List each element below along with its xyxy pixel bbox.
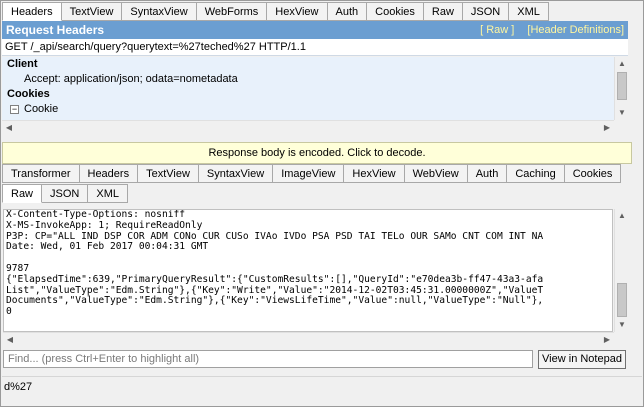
raw-link[interactable]: [ Raw ] [480,24,514,36]
scroll-left-icon[interactable]: ◀ [3,333,17,347]
client-section-header: Client [7,58,38,70]
response-tab-syntaxview[interactable]: SyntaxView [198,164,274,183]
scroll-right-icon[interactable]: ▶ [600,333,614,347]
scroll-up-icon[interactable]: ▲ [615,209,629,223]
response-tab-strip-bottom: Raw JSON XML [2,184,128,203]
cookie-label: Cookie [24,103,59,115]
response-tab-strip-top: Transformer Headers TextView SyntaxView Imag… [2,164,622,183]
request-tab-strip: Headers TextView SyntaxView WebForms HexView… [2,2,549,21]
scroll-down-icon[interactable]: ▼ [615,318,629,332]
request-tab-headers[interactable]: Headers [2,2,62,21]
cookie-tree-row[interactable]: − Cookie [2,102,614,117]
response-tab-hexview[interactable]: HexView [344,164,405,183]
request-tab-syntaxview[interactable]: SyntaxView [122,2,197,21]
request-tab-json[interactable]: JSON [462,2,510,21]
collapse-toggle-icon[interactable]: − [10,105,19,114]
response-tab-xml[interactable]: XML [88,184,128,203]
find-input[interactable]: Find... (press Ctrl+Enter to highlight a… [3,350,533,368]
header-definitions-link[interactable]: [Header Definitions] [527,24,624,36]
response-line: Date: Wed, 01 Feb 2017 00:04:31 GMT [6,241,209,253]
response-vertical-scrollbar[interactable]: ▲ ▼ [614,209,628,332]
response-raw-text[interactable]: X-Content-Type-Options: nosniff X-MS-Invo… [3,209,613,332]
decode-notice-bar[interactable]: Response body is encoded. Click to decod… [2,142,632,164]
panel-splitter[interactable] [2,136,642,141]
request-tab-webforms[interactable]: WebForms [196,2,268,21]
status-text: d%27 [4,381,33,393]
request-tab-auth[interactable]: Auth [327,2,368,21]
response-horizontal-scrollbar[interactable]: ◀ ▶ [3,332,614,346]
request-headers-title-bar: Request Headers [ Raw ] [Header Definiti… [2,21,628,39]
response-tab-webview[interactable]: WebView [404,164,468,183]
response-tab-transformer[interactable]: Transformer [2,164,80,183]
response-line: {"ElapsedTime":639,"PrimaryQueryResult":… [6,273,544,285]
response-line [6,253,612,264]
response-tab-auth[interactable]: Auth [467,164,508,183]
response-tab-headers[interactable]: Headers [79,164,139,183]
response-tab-cookies[interactable]: Cookies [564,164,622,183]
request-tab-cookies[interactable]: Cookies [367,2,424,21]
request-headers-title: Request Headers [6,23,105,37]
accept-header-row: Accept: application/json; odata=nometada… [24,73,238,85]
response-tab-json[interactable]: JSON [42,184,89,203]
request-line: GET /_api/search/query?querytext=%27tech… [2,39,628,56]
request-vertical-scrollbar[interactable]: ▲ ▼ [614,57,628,120]
response-vscroll-thumb[interactable] [617,283,627,317]
scroll-left-icon[interactable]: ◀ [2,121,16,135]
response-line: Documents","ValueType":"Edm.String"},{"K… [6,295,544,307]
status-strip: d%27 [2,376,642,396]
cookies-section-header: Cookies [7,88,50,100]
response-line: X-MS-InvokeApp: 1; RequireReadOnly [6,219,203,231]
response-line: 0 [6,306,12,318]
scroll-down-icon[interactable]: ▼ [615,106,629,120]
response-tab-imageview[interactable]: ImageView [273,164,345,183]
request-horizontal-scrollbar[interactable]: ◀ ▶ [2,120,614,134]
scroll-up-icon[interactable]: ▲ [615,57,629,71]
request-tab-raw[interactable]: Raw [423,2,463,21]
request-tab-xml[interactable]: XML [509,2,549,21]
view-in-notepad-button[interactable]: View in Notepad [538,350,626,369]
request-tab-hexview[interactable]: HexView [267,2,328,21]
response-tab-caching[interactable]: Caching [507,164,565,183]
response-tab-raw[interactable]: Raw [2,184,43,203]
request-headers-tree: Client Accept: application/json; odata=n… [2,57,614,120]
request-vscroll-thumb[interactable] [617,72,627,100]
request-tab-textview[interactable]: TextView [61,2,123,21]
scroll-right-icon[interactable]: ▶ [600,121,614,135]
response-tab-textview[interactable]: TextView [138,164,199,183]
inspector-window: Headers TextView SyntaxView WebForms HexView… [0,0,644,407]
